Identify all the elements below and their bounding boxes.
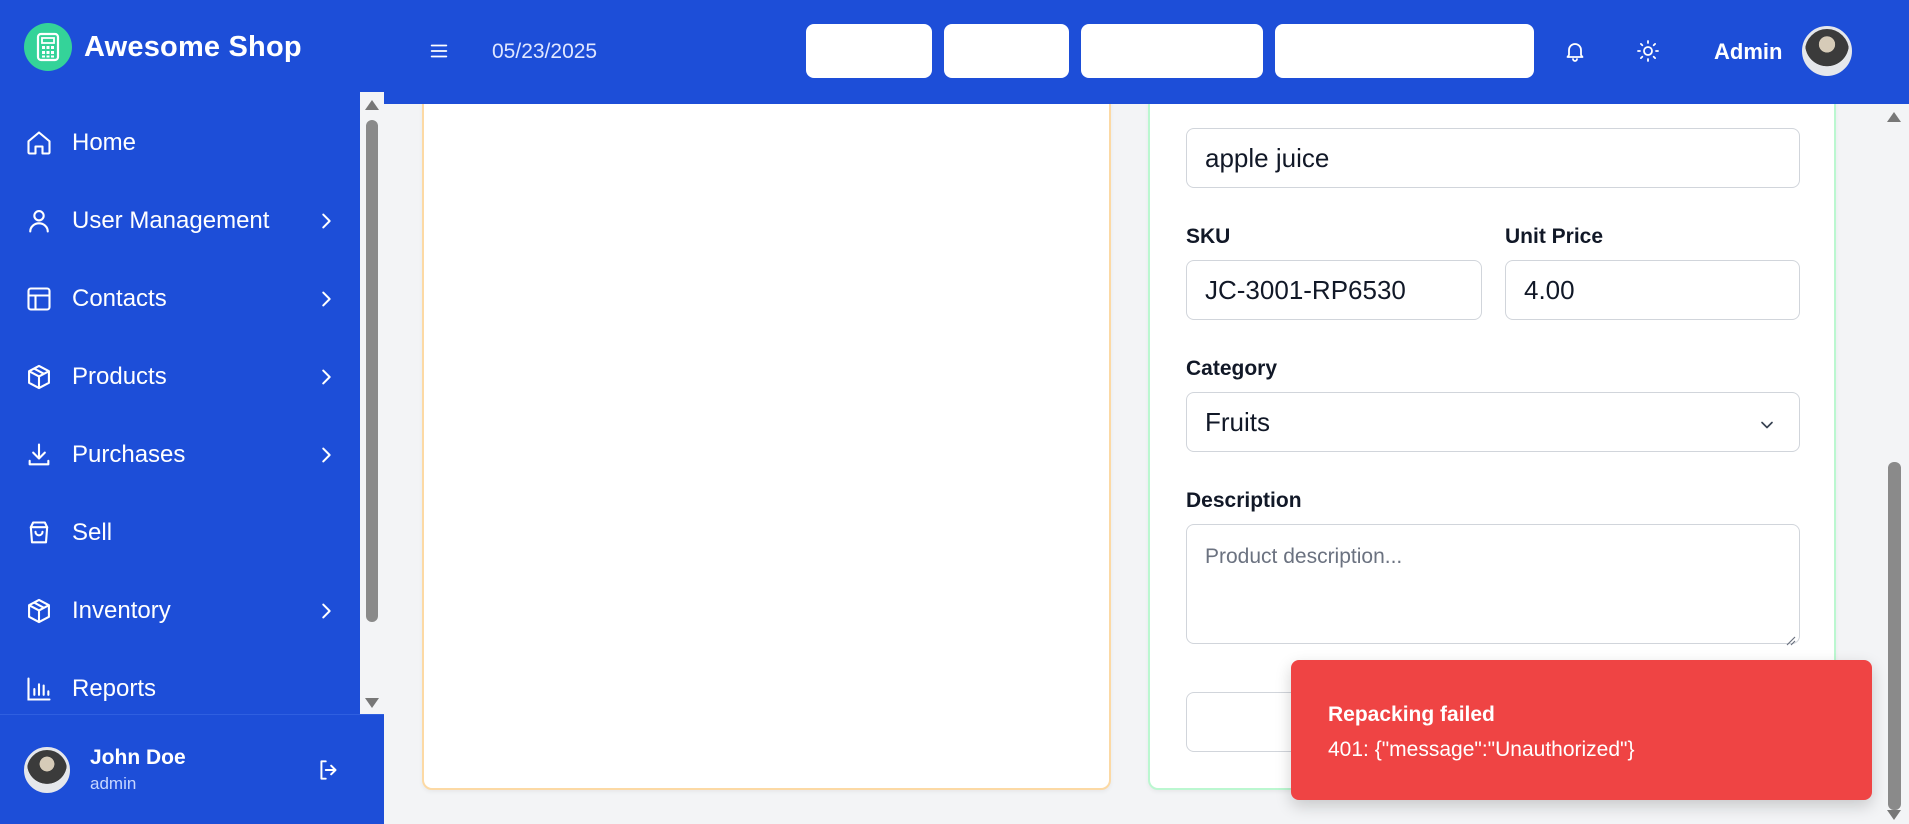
bar-chart-icon — [24, 674, 54, 704]
sidebar-scrollbar[interactable] — [360, 92, 384, 714]
header-user-label[interactable]: Admin — [1714, 39, 1782, 65]
scroll-up-icon[interactable] — [1887, 112, 1901, 122]
bell-icon[interactable] — [1560, 36, 1590, 66]
chevron-right-icon — [311, 206, 341, 236]
shopping-bag-icon — [24, 518, 54, 548]
toast-message: 401: {"message":"Unauthorized"} — [1328, 738, 1635, 761]
description-label: Description — [1186, 489, 1302, 512]
brand-name: Awesome Shop — [84, 30, 302, 63]
scroll-up-icon[interactable] — [365, 100, 379, 110]
toast-title: Repacking failed — [1328, 703, 1495, 726]
product-name-input[interactable]: apple juice — [1186, 128, 1800, 188]
left-card — [422, 104, 1111, 790]
sidebar-item-reports[interactable]: Reports — [0, 650, 360, 714]
chevron-right-icon — [311, 596, 341, 626]
sidebar-item-label: Purchases — [72, 441, 186, 468]
category-value: Fruits — [1205, 406, 1270, 437]
chevron-right-icon — [311, 362, 341, 392]
sku-label: SKU — [1186, 225, 1231, 248]
header-button-4[interactable] — [1275, 24, 1534, 78]
error-toast[interactable]: Repacking failed 401: {"message":"Unauth… — [1291, 660, 1872, 800]
sidebar-item-label: Inventory — [72, 597, 171, 624]
sidebar-item-home[interactable]: Home — [0, 104, 360, 182]
sidebar-item-inventory[interactable]: Inventory — [0, 572, 360, 650]
user-icon — [24, 206, 54, 236]
box-icon — [24, 362, 54, 392]
header-button-1[interactable] — [806, 24, 932, 78]
main-scrollbar[interactable] — [1879, 104, 1909, 824]
menu-icon[interactable] — [424, 36, 454, 66]
scroll-down-icon[interactable] — [1887, 810, 1901, 820]
sun-icon[interactable] — [1633, 36, 1663, 66]
calculator-icon — [24, 23, 72, 71]
header-date: 05/23/2025 — [492, 40, 598, 63]
user-role: admin — [90, 773, 137, 793]
brand[interactable]: Awesome Shop — [24, 22, 302, 72]
user-name: John Doe — [90, 745, 186, 769]
sidebar: Awesome Shop Home User Management Contac… — [0, 0, 384, 824]
sidebar-item-label: User Management — [72, 207, 270, 234]
unit-price-label: Unit Price — [1505, 225, 1604, 248]
sku-input[interactable]: JC-3001-RP6530 — [1186, 260, 1482, 320]
resize-handle-icon[interactable] — [1784, 628, 1796, 646]
scroll-down-icon[interactable] — [365, 698, 379, 708]
box-icon — [24, 596, 54, 626]
scrollbar-thumb[interactable] — [1888, 462, 1901, 810]
category-select[interactable]: Fruits — [1186, 392, 1800, 452]
sidebar-item-sell[interactable]: Sell — [0, 494, 360, 572]
chevron-right-icon — [311, 284, 341, 314]
sidebar-item-label: Home — [72, 129, 137, 156]
sidebar-item-label: Contacts — [72, 285, 167, 312]
sidebar-item-contacts[interactable]: Contacts — [0, 260, 360, 338]
chevron-down-icon — [1757, 411, 1777, 442]
home-icon — [24, 128, 54, 158]
logout-icon[interactable] — [314, 755, 344, 785]
download-icon — [24, 440, 54, 470]
avatar[interactable] — [24, 746, 70, 793]
user-info: John Doe admin — [90, 746, 186, 794]
header-avatar[interactable] — [1802, 26, 1852, 76]
sidebar-item-label: Products — [72, 363, 167, 390]
description-placeholder: Product description... — [1205, 545, 1403, 568]
layout-icon — [24, 284, 54, 314]
sidebar-item-user-management[interactable]: User Management — [0, 182, 360, 260]
current-user: John Doe admin — [0, 714, 384, 824]
sidebar-item-products[interactable]: Products — [0, 338, 360, 416]
description-textarea[interactable]: Product description... — [1186, 524, 1800, 646]
sidebar-item-label: Reports — [72, 675, 157, 702]
chevron-right-icon — [311, 440, 341, 470]
category-label: Category — [1186, 357, 1278, 380]
top-header: 05/23/2025 Admin — [384, 0, 1909, 104]
header-button-3[interactable] — [1081, 24, 1263, 78]
header-button-2[interactable] — [944, 24, 1069, 78]
unit-price-input[interactable]: 4.00 — [1505, 260, 1800, 320]
sidebar-nav: Home User Management Contacts Products P… — [0, 104, 360, 714]
sidebar-item-purchases[interactable]: Purchases — [0, 416, 360, 494]
sidebar-item-label: Sell — [72, 519, 113, 546]
scrollbar-thumb[interactable] — [366, 120, 378, 622]
